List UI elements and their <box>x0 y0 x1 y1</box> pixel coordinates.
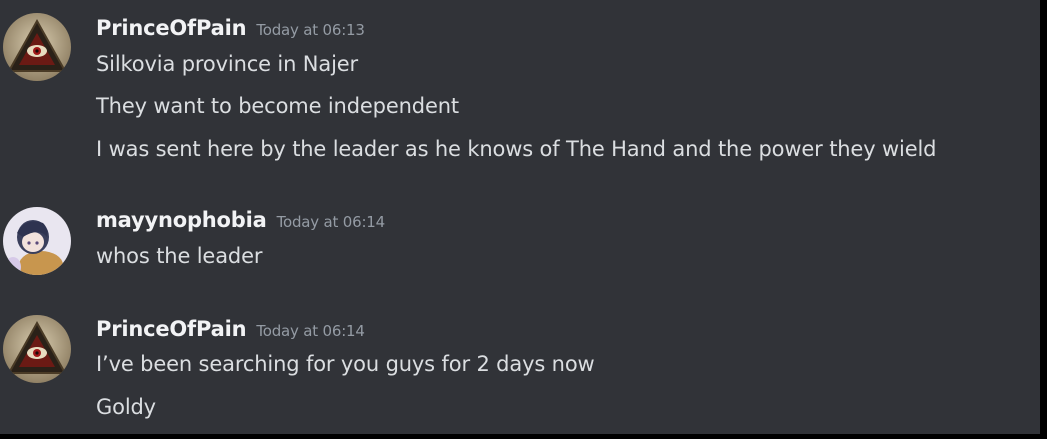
avatar[interactable] <box>3 315 71 383</box>
username[interactable]: mayynophobia <box>96 208 267 232</box>
message-text: They want to become independent <box>96 94 459 118</box>
message-header: mayynophobia Today at 06:14 <box>96 208 385 232</box>
triangle-eye-icon <box>3 13 71 81</box>
timestamp[interactable]: Today at 06:13 <box>256 21 365 39</box>
username[interactable]: PrinceOfPain <box>96 16 247 40</box>
message-text: whos the leader <box>96 244 263 268</box>
message-group: mayynophobia Today at 06:14 whos the lead… <box>0 195 1040 295</box>
triangle-eye-icon <box>3 315 71 383</box>
message-header: PrinceOfPain Today at 06:13 <box>96 16 365 40</box>
avatar[interactable] <box>3 13 71 81</box>
avatar[interactable] <box>3 207 71 275</box>
message-header: PrinceOfPain Today at 06:14 <box>96 317 365 341</box>
anime-character-icon <box>3 207 71 275</box>
username[interactable]: PrinceOfPain <box>96 317 247 341</box>
message-group: PrinceOfPain Today at 06:13 Silkovia prov… <box>0 0 1040 175</box>
timestamp[interactable]: Today at 06:14 <box>277 213 386 231</box>
chat-messages-panel: PrinceOfPain Today at 06:13 Silkovia prov… <box>0 0 1040 434</box>
message-text: Goldy <box>96 395 156 419</box>
message-text: Silkovia province in Najer <box>96 52 359 76</box>
message-text: I was sent here by the leader as he know… <box>96 137 937 161</box>
timestamp[interactable]: Today at 06:14 <box>256 322 365 340</box>
message-group: PrinceOfPain Today at 06:14 I’ve been sea… <box>0 305 1040 434</box>
message-text: I’ve been searching for you guys for 2 d… <box>96 352 595 376</box>
